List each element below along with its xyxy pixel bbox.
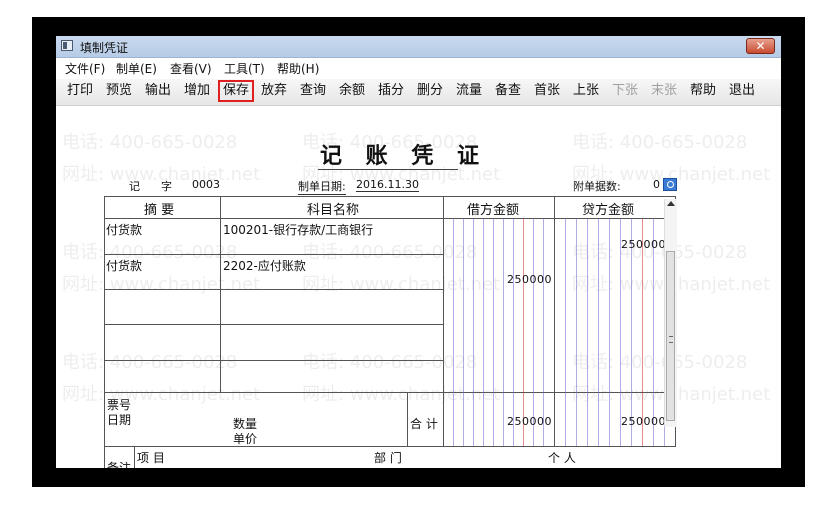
toolbar: 打印 预览 输出 增加 保存 放弃 查询 余额 插分 删分 流量 备查 首张 上… xyxy=(56,79,781,106)
save-button[interactable]: 保存 xyxy=(218,80,255,102)
delete-entry-button[interactable]: 删分 xyxy=(415,82,445,100)
amount-digit-line xyxy=(483,218,484,446)
menu-bar: 文件(F) 制单(E) 查看(V) 工具(T) 帮助(H) xyxy=(56,58,781,77)
add-button[interactable]: 增加 xyxy=(182,82,212,100)
exit-button[interactable]: 退出 xyxy=(727,82,757,100)
voucher-date[interactable]: 2016.11.30 xyxy=(356,178,419,192)
prev-button[interactable]: 上张 xyxy=(571,82,601,100)
last-button[interactable]: 末张 xyxy=(649,82,679,100)
voucher-window: 填制凭证 ✕ 文件(F) 制单(E) 查看(V) 工具(T) 帮助(H) 打印 … xyxy=(56,36,781,468)
ticket-date-label: 日期 xyxy=(107,413,132,427)
attachment-search-icon[interactable] xyxy=(663,178,677,191)
discard-button[interactable]: 放弃 xyxy=(259,82,289,100)
title-underline xyxy=(318,169,458,170)
window-title: 填制凭证 xyxy=(80,41,129,55)
amount-digit-line xyxy=(587,218,588,446)
account-column-header: 科目名称 xyxy=(307,203,360,218)
watermark-phone: 电话: 400-665-0028 xyxy=(572,132,748,153)
row1-summary[interactable]: 付货款 xyxy=(106,221,142,238)
row2-summary[interactable]: 付货款 xyxy=(106,257,142,274)
total-label: 合 计 xyxy=(410,417,438,431)
summary-column-header: 摘 要 xyxy=(144,203,175,218)
row1-credit-amount[interactable]: 250000 xyxy=(556,238,666,251)
balance-button[interactable]: 余额 xyxy=(337,82,367,100)
menu-tools[interactable]: 工具(T) xyxy=(224,60,265,77)
voucher-grid: 摘 要 科目名称 借方金额 贷方金额 付货款 100201-银行存款/工商银行 … xyxy=(104,196,676,468)
remarks-person-label: 个 人 xyxy=(548,451,576,465)
amount-digit-line xyxy=(620,218,621,446)
row1-account[interactable]: 100201-银行存款/工商银行 xyxy=(223,221,373,238)
cashflow-button[interactable]: 流量 xyxy=(454,82,484,100)
amount-digit-line xyxy=(543,218,544,446)
amount-digit-line xyxy=(513,218,514,446)
amount-digit-line xyxy=(653,218,654,446)
menu-voucher[interactable]: 制单(E) xyxy=(116,60,157,77)
remarks-item-label: 项 目 xyxy=(137,451,165,465)
menu-help[interactable]: 帮助(H) xyxy=(277,60,319,77)
thumb-grip-icon xyxy=(669,336,673,343)
export-button[interactable]: 输出 xyxy=(143,82,173,100)
amount-digit-line xyxy=(642,218,643,446)
watermark-phone: 电话: 400-665-0028 xyxy=(62,132,238,153)
debit-total: 250000 xyxy=(507,415,552,428)
remarks-dept-label: 部 门 xyxy=(374,451,402,465)
next-button[interactable]: 下张 xyxy=(610,82,640,100)
app-icon xyxy=(61,40,73,51)
amount-digit-line xyxy=(609,218,610,446)
voucher-number[interactable]: 0003 xyxy=(192,178,220,191)
memo-button[interactable]: 备查 xyxy=(493,82,523,100)
menu-view[interactable]: 查看(V) xyxy=(170,60,212,77)
amount-digit-line xyxy=(453,218,454,446)
remarks-label: 备注 xyxy=(107,461,132,468)
credit-column-header: 贷方金额 xyxy=(582,203,635,218)
query-button[interactable]: 查询 xyxy=(298,82,328,100)
amount-digit-line xyxy=(463,218,464,446)
row2-account[interactable]: 2202-应付账款 xyxy=(223,257,306,274)
row2-debit-amount[interactable]: 250000 xyxy=(444,273,552,286)
attachment-count[interactable]: 0 xyxy=(653,178,660,191)
amount-digit-line xyxy=(473,218,474,446)
print-button[interactable]: 打印 xyxy=(65,82,95,100)
preview-button[interactable]: 预览 xyxy=(104,82,134,100)
amount-digit-line xyxy=(598,218,599,446)
menu-file[interactable]: 文件(F) xyxy=(65,60,105,77)
first-button[interactable]: 首张 xyxy=(532,82,562,100)
insert-entry-button[interactable]: 插分 xyxy=(376,82,406,100)
voucher-type-label2: 字 xyxy=(161,180,172,193)
amount-digit-line xyxy=(533,218,534,446)
voucher-type-label: 记 xyxy=(129,180,140,193)
amount-digit-line xyxy=(576,218,577,446)
voucher-date-label: 制单日期: xyxy=(298,180,346,195)
help-button[interactable]: 帮助 xyxy=(688,82,718,100)
scroll-thumb[interactable] xyxy=(666,251,675,421)
credit-total: 250000 xyxy=(621,415,666,428)
amount-digit-line xyxy=(523,218,524,446)
amount-digit-line xyxy=(493,218,494,446)
voucher-title: 记 账 凭 证 xyxy=(320,143,487,169)
vertical-scrollbar[interactable] xyxy=(664,199,677,427)
title-bar: 填制凭证 ✕ xyxy=(56,36,781,58)
unit-price-label: 单价 xyxy=(233,432,258,446)
scroll-up-arrow-icon[interactable] xyxy=(667,201,675,206)
close-button[interactable]: ✕ xyxy=(746,38,775,54)
attachment-count-label: 附单据数: xyxy=(573,180,621,193)
amount-digit-line xyxy=(503,218,504,446)
debit-column-header: 借方金额 xyxy=(467,203,520,218)
amount-digit-line xyxy=(565,218,566,446)
amount-digit-line xyxy=(631,218,632,446)
